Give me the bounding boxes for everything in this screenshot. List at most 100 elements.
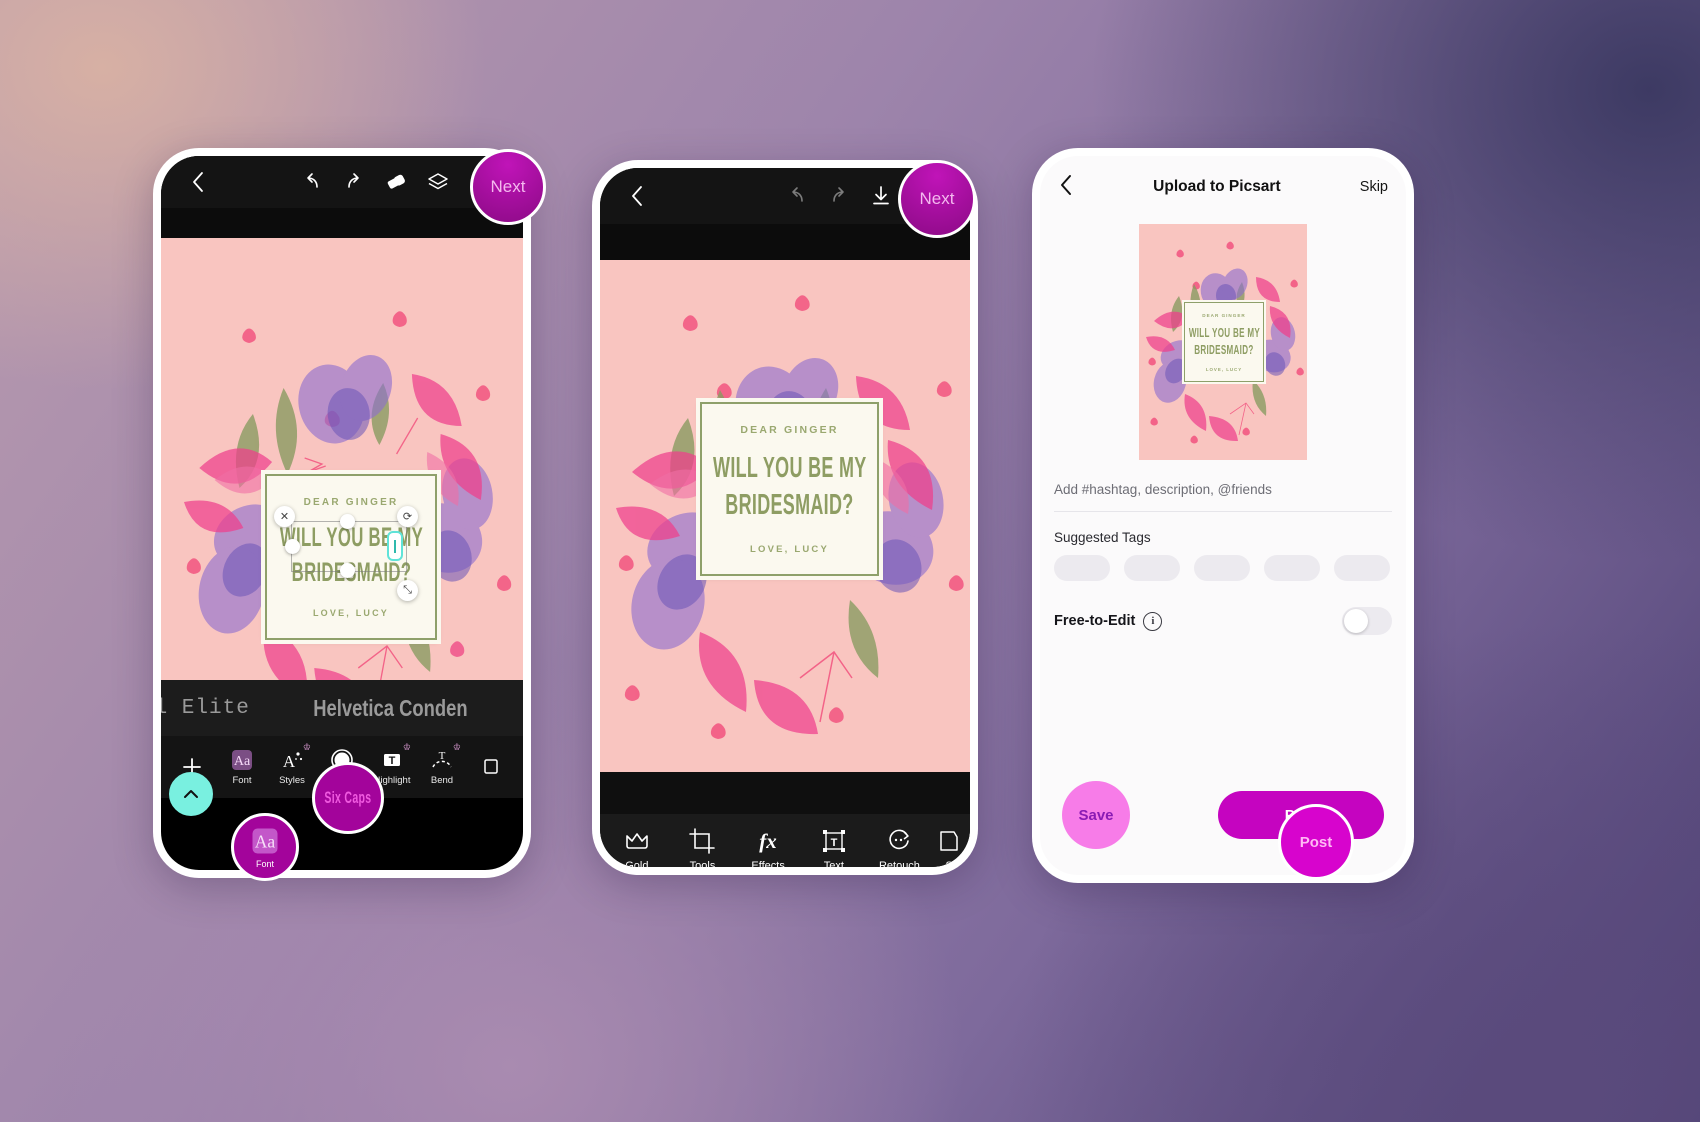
tag-pill-placeholder[interactable] — [1194, 555, 1250, 581]
redo-icon[interactable] — [333, 161, 375, 203]
font-six-caps-selected[interactable]: Six Caps — [312, 762, 384, 834]
next-label: Next — [919, 189, 955, 208]
phone-1-canvas[interactable]: DEAR GINGER WILL YOU BE MY BRIDESMAID? L… — [161, 238, 523, 680]
tool-styles[interactable]: ♔ A Styles — [267, 743, 317, 787]
tool-bend[interactable]: ♔ T Bend — [417, 743, 467, 787]
svg-text:Aa: Aa — [255, 831, 276, 851]
phone-1-text-editor: DEAR GINGER WILL YOU BE MY BRIDESMAID? L… — [153, 148, 546, 881]
rotate-icon[interactable]: ⟳ — [397, 506, 418, 527]
crown-badge-icon: ♔ — [302, 742, 311, 752]
text-frame-icon: T — [821, 828, 847, 854]
thumbnail-invitation-card: DEAR GINGER WILL YOU BE MY BRIDESMAID? L… — [1184, 302, 1264, 382]
handle-left[interactable] — [285, 539, 300, 554]
font-option-next[interactable]: Helvetica Conden — [302, 695, 479, 722]
card-line-dear: DEAR GINGER — [740, 423, 839, 436]
card-line-love: LOVE, LUCY — [312, 607, 389, 618]
tool-styles-label: Styles — [279, 775, 305, 786]
highlight-icon: T — [380, 748, 404, 772]
redo-icon[interactable] — [818, 175, 860, 217]
nav-sticker-label: S — [945, 860, 953, 867]
back-chevron-icon[interactable] — [177, 161, 219, 203]
description-input[interactable]: Add #hashtag, description, @friends — [1054, 460, 1392, 511]
bend-icon: T — [430, 748, 454, 772]
sticker-icon — [938, 828, 960, 854]
phone-2-screen: DEAR GINGER WILL YOU BE MY BRIDESMAID? L… — [600, 168, 970, 867]
save-button[interactable]: Save — [1062, 781, 1130, 849]
post-highlight-label: Post — [1299, 833, 1333, 851]
styles-icon: A — [280, 748, 304, 772]
layers-icon[interactable] — [417, 161, 459, 203]
thumb-card-line-dear: DEAR GINGER — [1202, 312, 1246, 318]
svg-text:T: T — [389, 755, 396, 767]
thumb-card-line-question-1: WILL YOU BE MY — [1188, 324, 1260, 340]
font-aa-icon: Aa — [252, 828, 278, 853]
crown-badge-icon: ♔ — [452, 742, 461, 752]
phone-2-editor-preview: DEAR GINGER WILL YOU BE MY BRIDESMAID? L… — [592, 160, 978, 875]
upload-thumbnail-wrap: DEAR GINGER WILL YOU BE MY BRIDESMAID? L… — [1040, 218, 1406, 460]
nav-retouch[interactable]: Retouch — [868, 828, 930, 867]
handle-bottom[interactable] — [340, 563, 355, 578]
tag-pill-placeholder[interactable] — [1334, 555, 1390, 581]
undo-icon[interactable] — [776, 175, 818, 217]
back-chevron-icon[interactable] — [1058, 173, 1074, 202]
font-selected-label: Six Caps — [324, 788, 372, 807]
save-label: Save — [1078, 806, 1114, 824]
toggle-knob — [1344, 609, 1368, 633]
upload-thumbnail[interactable]: DEAR GINGER WILL YOU BE MY BRIDESMAID? L… — [1139, 224, 1307, 460]
nav-gold[interactable]: Gold — [606, 828, 668, 867]
phone-3-screen: Upload to Picsart Skip DEAR GINGER WILL … — [1040, 156, 1406, 875]
text-cursor-handle[interactable] — [387, 531, 403, 561]
tag-pill-placeholder[interactable] — [1124, 555, 1180, 581]
phone-1-black-band — [161, 208, 523, 238]
page-title: Upload to Picsart — [1153, 178, 1281, 195]
next-button-phone-1[interactable]: Next — [470, 149, 546, 225]
upload-form: Add #hashtag, description, @friends Sugg… — [1040, 460, 1406, 635]
nav-retouch-label: Retouch — [878, 860, 920, 867]
card-line-question-2: BRIDESMAID? — [725, 488, 854, 521]
phone-2-canvas[interactable]: DEAR GINGER WILL YOU BE MY BRIDESMAID? L… — [600, 260, 970, 772]
undo-icon[interactable] — [291, 161, 333, 203]
tool-font[interactable]: Aa Font — [217, 748, 267, 786]
next-button-phone-2[interactable]: Next — [898, 160, 976, 238]
font-tool-label: Font — [255, 858, 274, 869]
nav-tools[interactable]: Tools — [671, 828, 733, 867]
invitation-card[interactable]: DEAR GINGER WILL YOU BE MY BRIDESMAID? L… — [700, 402, 879, 576]
crown-icon — [624, 828, 650, 854]
free-to-edit-toggle[interactable] — [1342, 607, 1392, 635]
eraser-icon[interactable] — [375, 161, 417, 203]
nav-tools-label: Tools — [689, 860, 716, 867]
crop-icon — [689, 828, 716, 854]
next-label: Next — [490, 177, 526, 196]
chevron-up-icon — [184, 790, 198, 798]
tool-bend-label: Bend — [430, 775, 454, 786]
skip-button[interactable]: Skip — [1360, 179, 1388, 195]
back-chevron-icon[interactable] — [616, 175, 658, 217]
svg-text:fx: fx — [759, 829, 777, 853]
font-carousel[interactable]: al Elite Helvetica Conden — [161, 680, 523, 736]
crown-badge-icon: ♔ — [402, 742, 411, 752]
close-icon[interactable]: ✕ — [274, 506, 295, 527]
tag-pill-placeholder[interactable] — [1054, 555, 1110, 581]
suggested-tags-list[interactable] — [1054, 555, 1392, 581]
font-tool-highlight[interactable]: Aa Font — [231, 813, 299, 881]
card-line-dear: DEAR GINGER — [303, 496, 399, 508]
svg-text:Aa: Aa — [234, 754, 251, 769]
svg-text:T: T — [439, 750, 446, 762]
post-button-highlight[interactable]: Post — [1278, 804, 1354, 880]
phone-2-bottom-nav: Gold Tools fx Effects T Text Retouch S — [600, 814, 970, 867]
nav-effects[interactable]: fx Effects — [737, 828, 799, 867]
nav-sticker[interactable]: S — [934, 828, 964, 867]
nav-text[interactable]: T Text — [803, 828, 865, 867]
tag-pill-placeholder[interactable] — [1264, 555, 1320, 581]
info-icon[interactable]: i — [1143, 611, 1163, 631]
handle-top[interactable] — [340, 514, 355, 529]
resize-icon[interactable]: ⤡ — [397, 580, 418, 601]
free-to-edit-label: Free-to-Edit — [1054, 613, 1136, 629]
phone-1-topbar — [161, 156, 523, 208]
card-line-love: LOVE, LUCY — [749, 543, 829, 555]
nav-gold-label: Gold — [625, 860, 649, 867]
collapse-panel-button[interactable] — [169, 772, 213, 816]
font-option-previous[interactable]: al Elite — [161, 697, 264, 720]
tool-more[interactable] — [467, 755, 517, 779]
download-icon[interactable] — [860, 175, 902, 217]
